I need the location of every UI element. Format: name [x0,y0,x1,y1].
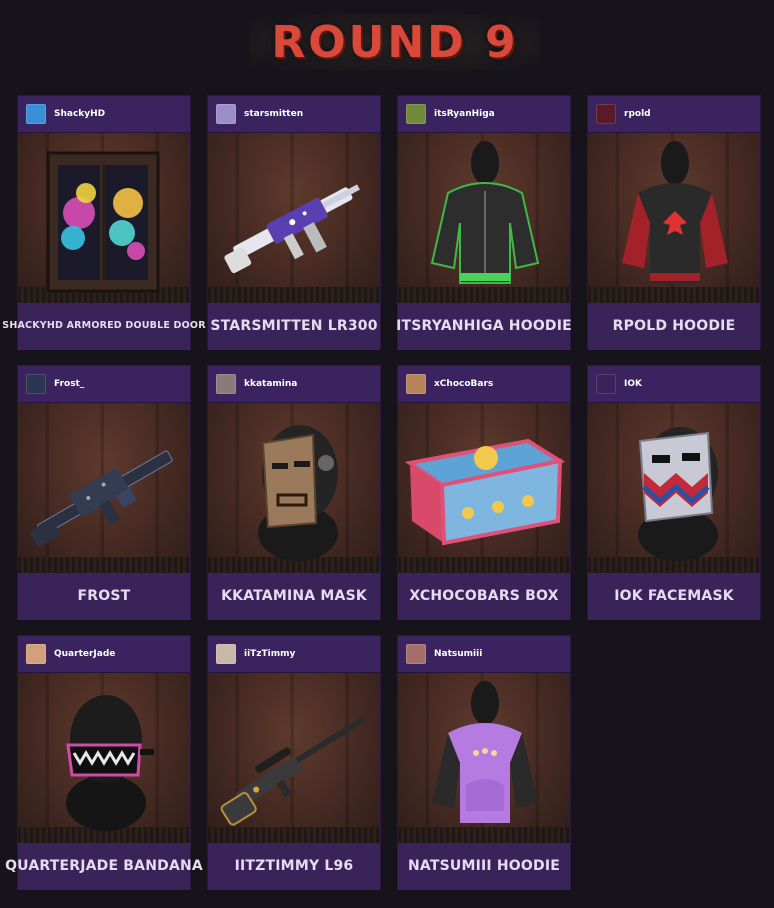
item-name: QUARTERJADE BANDANA [5,857,203,874]
avatar [406,104,426,124]
item-card[interactable]: IOK IOK FACEMASK [587,365,761,620]
item-name: ITSRYANHIGA HOODIE [396,317,572,334]
card-footer: KKATAMINA MASK [208,573,380,620]
item-card[interactable]: rpold RPOLD HOODIE [587,95,761,350]
double-door-icon [46,151,160,293]
avatar [26,104,46,124]
mask-icon [258,425,338,561]
item-name: XCHOCOBARS BOX [409,587,559,604]
sniper-rifle-icon [220,715,367,826]
box-icon [404,438,566,546]
item-preview [588,133,760,303]
bandana-icon [66,695,154,831]
item-name: IOK FACEMASK [614,587,734,604]
item-preview [208,133,380,303]
card-header: iiTzTimmy [208,636,380,673]
creator-username: ShackyHD [54,109,106,119]
card-header: starsmitten [208,96,380,133]
item-preview [18,133,190,303]
item-name: SHACKYHD ARMORED DOUBLE DOOR [2,320,206,332]
avatar [596,104,616,124]
card-header: xChocoBars [398,366,570,403]
item-preview [18,403,190,573]
item-card[interactable]: ShackyHD SHACKYHD ARMORED DOUBLE DOOR [2,95,206,350]
card-header: itsRyanHiga [398,96,570,133]
round-title: ROUND 9 [271,16,519,68]
avatar [596,374,616,394]
card-header: kkatamina [208,366,380,403]
hoodie-icon [430,141,540,284]
card-footer: QUARTERJADE BANDANA [5,843,203,890]
item-card[interactable]: xChocoBars XCHOCOBARS BOX [397,365,571,620]
avatar [216,104,236,124]
machine-gun-icon [29,450,173,548]
item-preview [398,403,570,573]
item-card[interactable]: Frost_ FROST [17,365,191,620]
creator-username: Frost_ [54,379,85,389]
item-card[interactable]: kkatamina KKATAMINA MASK [207,365,381,620]
card-footer: IITZTIMMY L96 [208,843,380,890]
avatar [26,374,46,394]
item-card[interactable]: iiTzTimmy IITZTIMMY L96 [207,635,381,890]
facemask-icon [638,427,718,561]
item-name: KKATAMINA MASK [221,587,367,604]
card-footer: RPOLD HOODIE [588,303,760,350]
card-header: ShackyHD [18,96,190,133]
card-footer: FROST [18,573,190,620]
creator-username: itsRyanHiga [434,109,495,119]
creator-username: Natsumiii [434,649,483,659]
card-header: Natsumiii [398,636,570,673]
item-preview [208,403,380,573]
creator-username: QuarterJade [54,649,116,659]
item-name: NATSUMIII HOODIE [407,857,560,874]
hoodie-icon [622,141,728,283]
creator-username: starsmitten [244,109,304,119]
item-preview [588,403,760,573]
creator-username: IOK [624,379,642,389]
item-card[interactable]: itsRyanHiga ITSRYANHIGA HOODIE [396,95,572,350]
card-footer: ITSRYANHIGA HOODIE [396,303,572,350]
creator-username: iiTzTimmy [244,649,296,659]
rifle-icon [224,184,360,274]
item-name: RPOLD HOODIE [612,317,736,334]
avatar [216,644,236,664]
card-footer: STARSMITTEN LR300 [208,303,380,350]
item-preview [398,673,570,843]
avatar [406,644,426,664]
card-footer: SHACKYHD ARMORED DOUBLE DOOR [2,303,206,350]
avatar [406,374,426,394]
card-footer: XCHOCOBARS BOX [398,573,570,620]
items-grid: ShackyHD SHACKYHD ARMORED DOUBLE DOOR st… [2,95,761,890]
hoodie-icon [432,681,538,823]
avatar [26,644,46,664]
item-name: IITZTIMMY L96 [234,857,354,874]
card-footer: IOK FACEMASK [588,573,760,620]
creator-username: rpold [624,109,651,119]
item-card[interactable]: QuarterJade QUARTERJADE BANDANA [5,635,203,890]
card-header: IOK [588,366,760,403]
item-preview [18,673,190,843]
item-preview [398,133,570,303]
creator-username: xChocoBars [434,379,494,389]
item-name: FROST [77,587,131,604]
creator-username: kkatamina [244,379,298,389]
round-title-banner: ROUND 9 [250,14,540,70]
card-header: QuarterJade [18,636,190,673]
item-card[interactable]: Natsumiii NATSUMIII HOODIE [397,635,571,890]
card-header: rpold [588,96,760,133]
card-footer: NATSUMIII HOODIE [398,843,570,890]
item-card[interactable]: starsmitten STARSMITTEN LR300 [207,95,381,350]
avatar [216,374,236,394]
item-name: STARSMITTEN LR300 [210,317,378,334]
item-preview [208,673,380,843]
card-header: Frost_ [18,366,190,403]
